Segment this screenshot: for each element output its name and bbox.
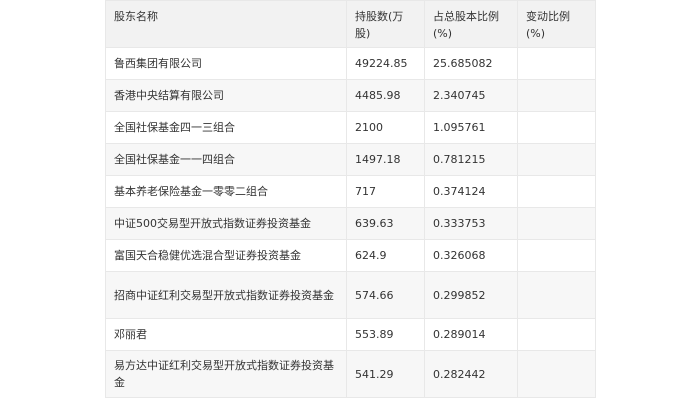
cell-change xyxy=(517,79,596,112)
table-body: 鲁西集团有限公司 49224.85 25.685082 香港中央结算有限公司 4… xyxy=(105,47,596,398)
table-row: 易方达中证红利交易型开放式指数证券投资基金 541.29 0.282442 xyxy=(105,350,596,398)
table-row: 基本养老保险基金一零零二组合 717 0.374124 xyxy=(105,175,596,208)
cell-shares: 639.63 xyxy=(346,207,425,240)
cell-ratio: 0.374124 xyxy=(424,175,518,208)
table-header: 股东名称 持股数(万股) 占总股本比例(%) 变动比例(%) xyxy=(105,0,596,48)
cell-change xyxy=(517,143,596,176)
cell-shareholder-name: 全国社保基金四一三组合 xyxy=(105,111,347,144)
header-change: 变动比例(%) xyxy=(517,0,596,48)
cell-shareholder-name: 邓丽君 xyxy=(105,318,347,351)
table-row: 邓丽君 553.89 0.289014 xyxy=(105,318,596,351)
cell-shareholder-name: 香港中央结算有限公司 xyxy=(105,79,347,112)
cell-shares: 1497.18 xyxy=(346,143,425,176)
cell-shares: 717 xyxy=(346,175,425,208)
table-row: 富国天合稳健优选混合型证券投资基金 624.9 0.326068 xyxy=(105,239,596,272)
cell-ratio: 0.781215 xyxy=(424,143,518,176)
cell-ratio: 25.685082 xyxy=(424,47,518,80)
cell-shares: 574.66 xyxy=(346,271,425,319)
table-row: 招商中证红利交易型开放式指数证券投资基金 574.66 0.299852 xyxy=(105,271,596,319)
cell-change xyxy=(517,271,596,319)
cell-change xyxy=(517,47,596,80)
header-shares: 持股数(万股) xyxy=(346,0,425,48)
cell-shareholder-name: 基本养老保险基金一零零二组合 xyxy=(105,175,347,208)
cell-shares: 553.89 xyxy=(346,318,425,351)
cell-shares: 4485.98 xyxy=(346,79,425,112)
cell-ratio: 0.289014 xyxy=(424,318,518,351)
header-shareholder-name: 股东名称 xyxy=(105,0,347,48)
cell-shareholder-name: 易方达中证红利交易型开放式指数证券投资基金 xyxy=(105,350,347,398)
table-row: 香港中央结算有限公司 4485.98 2.340745 xyxy=(105,79,596,112)
cell-shareholder-name: 富国天合稳健优选混合型证券投资基金 xyxy=(105,239,347,272)
cell-ratio: 1.095761 xyxy=(424,111,518,144)
cell-shares: 2100 xyxy=(346,111,425,144)
table-row: 中证500交易型开放式指数证券投资基金 639.63 0.333753 xyxy=(105,207,596,240)
header-row: 股东名称 持股数(万股) 占总股本比例(%) 变动比例(%) xyxy=(105,0,596,48)
cell-change xyxy=(517,111,596,144)
cell-shareholder-name: 招商中证红利交易型开放式指数证券投资基金 xyxy=(105,271,347,319)
table-row: 全国社保基金四一三组合 2100 1.095761 xyxy=(105,111,596,144)
cell-shares: 541.29 xyxy=(346,350,425,398)
table-row: 鲁西集团有限公司 49224.85 25.685082 xyxy=(105,47,596,80)
table-row: 全国社保基金一一四组合 1497.18 0.781215 xyxy=(105,143,596,176)
shareholder-table-container: 股东名称 持股数(万股) 占总股本比例(%) 变动比例(%) 鲁西集团有限公司 … xyxy=(105,0,596,398)
cell-shares: 49224.85 xyxy=(346,47,425,80)
cell-ratio: 0.326068 xyxy=(424,239,518,272)
cell-shareholder-name: 中证500交易型开放式指数证券投资基金 xyxy=(105,207,347,240)
cell-change xyxy=(517,318,596,351)
cell-shareholder-name: 全国社保基金一一四组合 xyxy=(105,143,347,176)
cell-change xyxy=(517,207,596,240)
cell-shareholder-name: 鲁西集团有限公司 xyxy=(105,47,347,80)
cell-change xyxy=(517,239,596,272)
cell-ratio: 0.333753 xyxy=(424,207,518,240)
cell-ratio: 2.340745 xyxy=(424,79,518,112)
cell-ratio: 0.282442 xyxy=(424,350,518,398)
cell-shares: 624.9 xyxy=(346,239,425,272)
header-ratio: 占总股本比例(%) xyxy=(424,0,518,48)
shareholder-table: 股东名称 持股数(万股) 占总股本比例(%) 变动比例(%) 鲁西集团有限公司 … xyxy=(105,0,596,398)
cell-change xyxy=(517,175,596,208)
cell-change xyxy=(517,350,596,398)
cell-ratio: 0.299852 xyxy=(424,271,518,319)
